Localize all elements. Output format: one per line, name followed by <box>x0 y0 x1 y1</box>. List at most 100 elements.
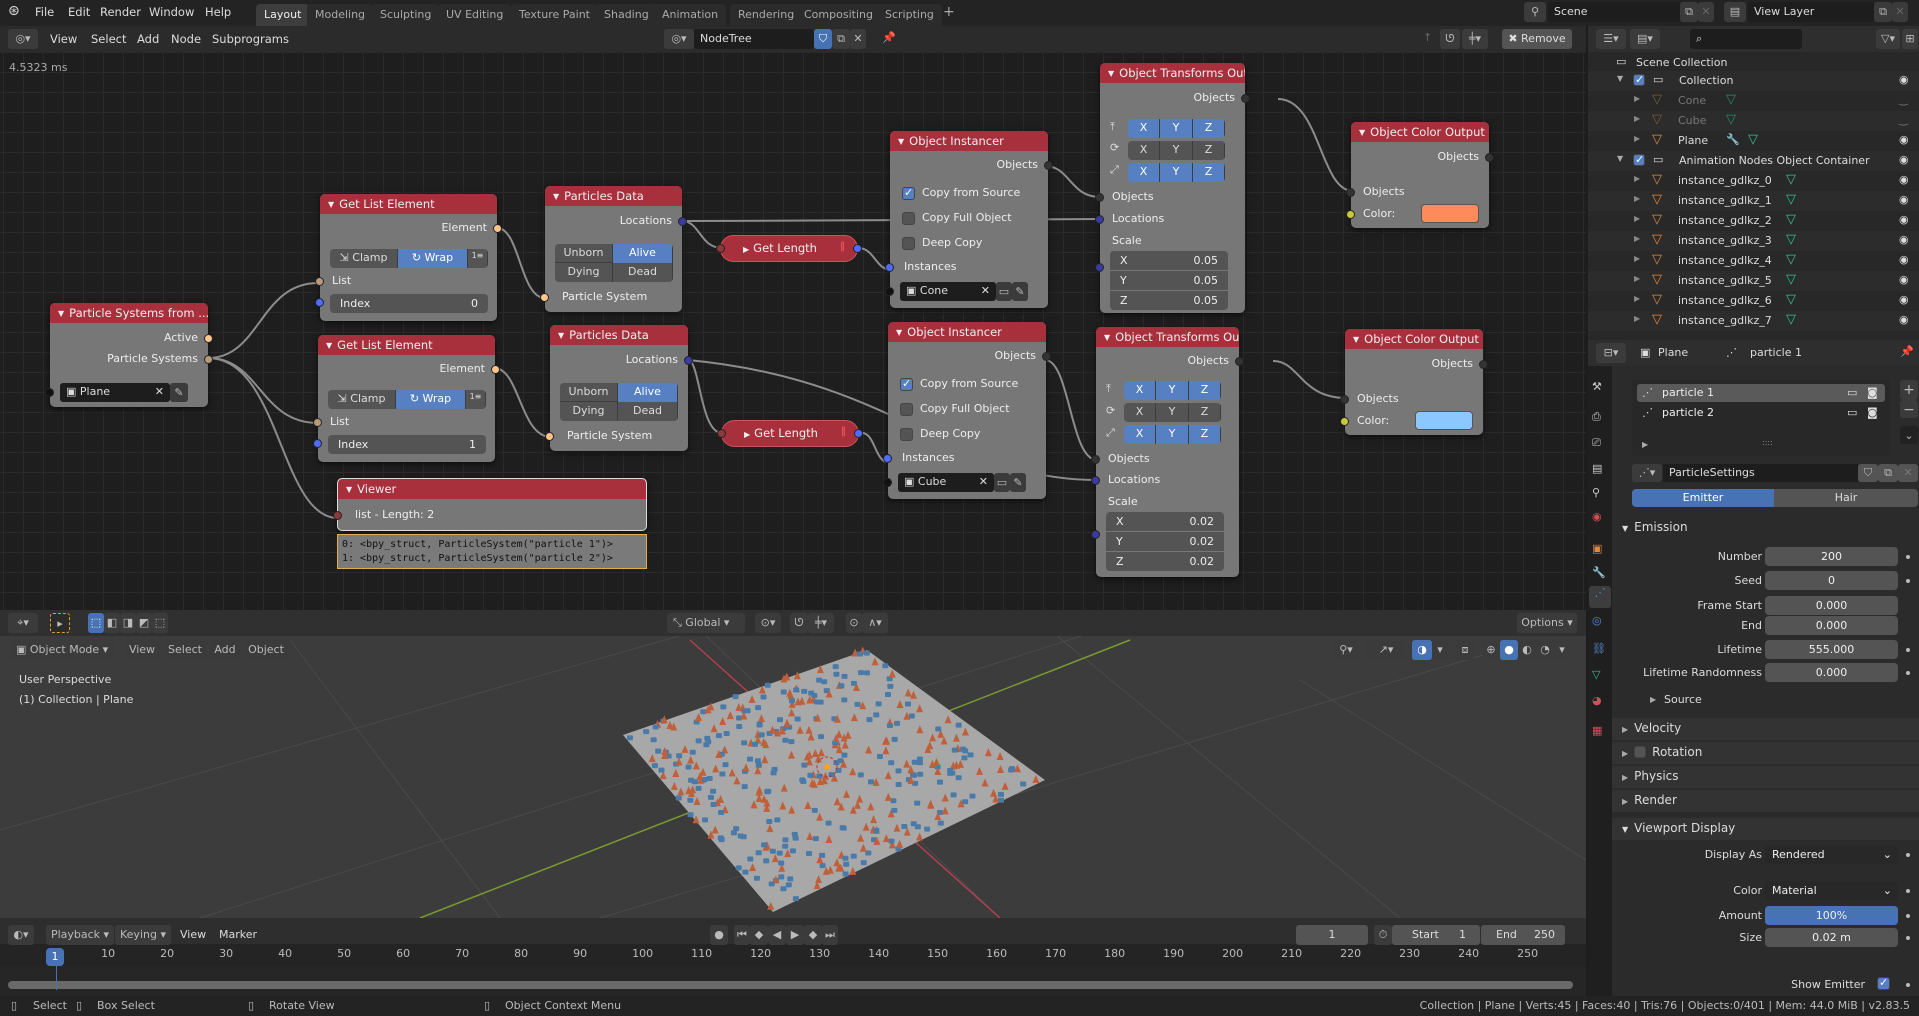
field-value[interactable]: 555.000 <box>1765 640 1898 659</box>
eye-icon[interactable]: ◉ <box>1899 73 1909 86</box>
socket-particle-system[interactable] <box>545 432 554 441</box>
copy-full-object-checkbox[interactable] <box>902 212 915 225</box>
node-tree-field[interactable]: NodeTree <box>694 29 814 49</box>
editor-type-icon[interactable]: ☰▾ <box>1596 29 1626 49</box>
menu-render[interactable]: Render <box>100 5 141 19</box>
scene-tab-icon[interactable]: ⚲ <box>1592 486 1600 499</box>
socket-locations-in[interactable] <box>1095 215 1104 224</box>
display-icon[interactable]: ▭ <box>996 282 1012 301</box>
transform-orientation-dropdown[interactable]: ⤡ Global ▾ <box>667 613 745 633</box>
node-object-transforms-output-1[interactable]: ▼Object Transforms Output Objects ⤒ XYZ … <box>1095 63 1250 313</box>
eye-icon[interactable]: ◉ <box>1899 293 1909 306</box>
tab-texture-paint[interactable]: Texture Paint <box>511 4 598 26</box>
rotation-axes[interactable]: XYZ <box>1128 141 1225 160</box>
eye-icon[interactable]: ◉ <box>1899 173 1909 186</box>
node-object-color-output-2[interactable]: ▼ Object Color Output Objects Objects Col… <box>1340 329 1488 435</box>
socket-locations[interactable] <box>678 217 687 226</box>
loc-x[interactable]: X <box>1128 119 1160 138</box>
outliner-search[interactable]: ⌕ <box>1690 29 1802 49</box>
socket-scale-in[interactable] <box>1095 263 1104 272</box>
color-swatch[interactable] <box>1415 411 1473 430</box>
scale-x[interactable]: X <box>1128 163 1160 182</box>
unlink-settings-icon[interactable]: ✕ <box>1898 464 1918 482</box>
instance-object-field[interactable]: ▣ Cone ✕ <box>900 282 996 301</box>
view-layer-tab-icon[interactable]: ▤ <box>1592 462 1602 475</box>
eyedropper-icon[interactable]: ✎ <box>170 383 188 402</box>
play-icon[interactable]: ▶ <box>786 925 804 945</box>
clamp-wrap-toggle[interactable]: ⇲ Clamp ↻ Wrap 1≡ <box>328 390 486 409</box>
expand-icon[interactable]: ▶ <box>1634 174 1640 183</box>
socket-instances[interactable] <box>883 454 892 463</box>
world-tab-icon[interactable]: ◉ <box>1592 510 1602 523</box>
editor-type-icon[interactable]: ⌖▾ <box>8 613 38 633</box>
socket-objects-out[interactable] <box>1042 352 1051 361</box>
select-new-icon[interactable]: ⬚ <box>88 613 104 633</box>
render-visibility-icon[interactable]: ◙ <box>1867 386 1878 399</box>
editor-type-icon[interactable]: ⊟▾ <box>1596 343 1626 363</box>
eyedropper-icon[interactable]: ✎ <box>1012 282 1028 301</box>
rot-y[interactable]: Y <box>1156 403 1189 422</box>
eyedropper-icon[interactable]: ✎ <box>1010 473 1026 492</box>
select-tool-icon[interactable]: ▸ <box>50 613 70 633</box>
preview-range-icon[interactable]: ⏱ <box>1374 925 1392 945</box>
node-object-color-output-1[interactable]: ▼ Object Color Output Objects Objects Col… <box>1346 122 1494 228</box>
location-axes[interactable]: XYZ <box>1124 381 1221 400</box>
duplicate-settings-icon[interactable]: ⧉ <box>1878 464 1898 482</box>
panel-header-physics[interactable]: ▶ Physics <box>1612 766 1919 788</box>
delete-scene-icon[interactable]: ✕ <box>1698 2 1714 22</box>
eye-icon[interactable]: ◉ <box>1899 213 1909 226</box>
tab-layout[interactable]: Layout <box>256 4 310 26</box>
options-dropdown[interactable]: Options ▾ <box>1517 613 1577 633</box>
viewport-visibility-icon[interactable]: ▭ <box>1847 386 1857 399</box>
socket-objects-out[interactable] <box>1479 360 1488 369</box>
socket-index[interactable] <box>313 439 322 448</box>
object-tab-icon[interactable]: ▣ <box>1592 542 1602 555</box>
mesh-data-icon[interactable]: ▽ <box>1786 212 1796 227</box>
snap-target-icon[interactable]: ╪▾ <box>808 613 834 633</box>
rot-x[interactable]: X <box>1128 141 1160 160</box>
scale-z-field[interactable]: Z 0.02 <box>1106 552 1224 571</box>
list-item-particle-2[interactable]: ⋰ particle 2 ▭ ◙ <box>1637 404 1885 422</box>
collapse-icon[interactable]: ▼ <box>1104 333 1110 342</box>
node-object-instancer-2[interactable]: ▼ Object Instancer Objects Copy from Sour… <box>883 322 1051 499</box>
node-get-list-element-1[interactable]: ▼ Get List Element Element ⇲ Clamp ↻ Wrap… <box>315 194 502 321</box>
socket-list-in[interactable] <box>717 429 726 438</box>
socket-instances[interactable] <box>885 263 894 272</box>
socket-objects-out[interactable] <box>1235 357 1244 366</box>
rot-z[interactable]: Z <box>1189 403 1221 422</box>
socket-objects-out[interactable] <box>1485 153 1494 162</box>
falloff-icon[interactable]: ∧▾ <box>862 613 888 633</box>
eye-icon[interactable]: ◉ <box>1899 233 1909 246</box>
tool-tab-icon[interactable]: ⚒ <box>1592 380 1602 393</box>
expand-icon[interactable]: ▶ <box>1634 194 1640 203</box>
clamp-button[interactable]: ⇲ Clamp <box>330 249 398 268</box>
start-frame-field[interactable]: Start 1 <box>1392 925 1480 945</box>
collapse-icon[interactable]: ▼ <box>1353 335 1359 344</box>
scene-collection-label[interactable]: Scene Collection <box>1636 56 1727 69</box>
ne-menu-view[interactable]: View <box>50 32 77 46</box>
socket-object-in[interactable] <box>45 388 54 397</box>
fake-user-shield-icon[interactable]: ⛉ <box>814 29 832 49</box>
clear-icon[interactable]: ✕ <box>981 284 990 297</box>
scale-y-field[interactable]: Y 0.05 <box>1110 271 1228 290</box>
keyframe-dot[interactable] <box>1906 853 1910 857</box>
scale-z[interactable]: Z <box>1193 163 1225 182</box>
wrap-button[interactable]: ↻ Wrap <box>396 390 466 409</box>
field-value[interactable]: 0.000 <box>1765 616 1898 635</box>
eye-icon[interactable]: ◉ <box>1899 133 1909 146</box>
render-tab-icon[interactable]: ⎙ <box>1592 410 1601 424</box>
state-unborn[interactable]: Unborn <box>555 244 613 263</box>
clear-icon[interactable]: ✕ <box>979 475 988 488</box>
expand-icon[interactable]: ▶ <box>1634 274 1640 283</box>
clear-icon[interactable]: ✕ <box>155 385 164 398</box>
select-extend-icon[interactable]: ◧ <box>104 613 120 633</box>
expand-icon[interactable]: ▶ <box>1634 134 1640 143</box>
socket-objects-in[interactable] <box>1346 188 1355 197</box>
expand-icon[interactable]: ▶ <box>1634 94 1640 103</box>
expand-icon[interactable]: ▶ <box>1634 314 1640 323</box>
state-unborn[interactable]: Unborn <box>560 383 618 402</box>
panel-header-velocity[interactable]: ▶ Velocity <box>1612 718 1919 740</box>
current-frame-field[interactable]: 1 <box>1296 925 1368 945</box>
loc-y[interactable]: Y <box>1156 381 1189 400</box>
eye-closed-icon[interactable]: ‿ <box>1899 93 1908 106</box>
